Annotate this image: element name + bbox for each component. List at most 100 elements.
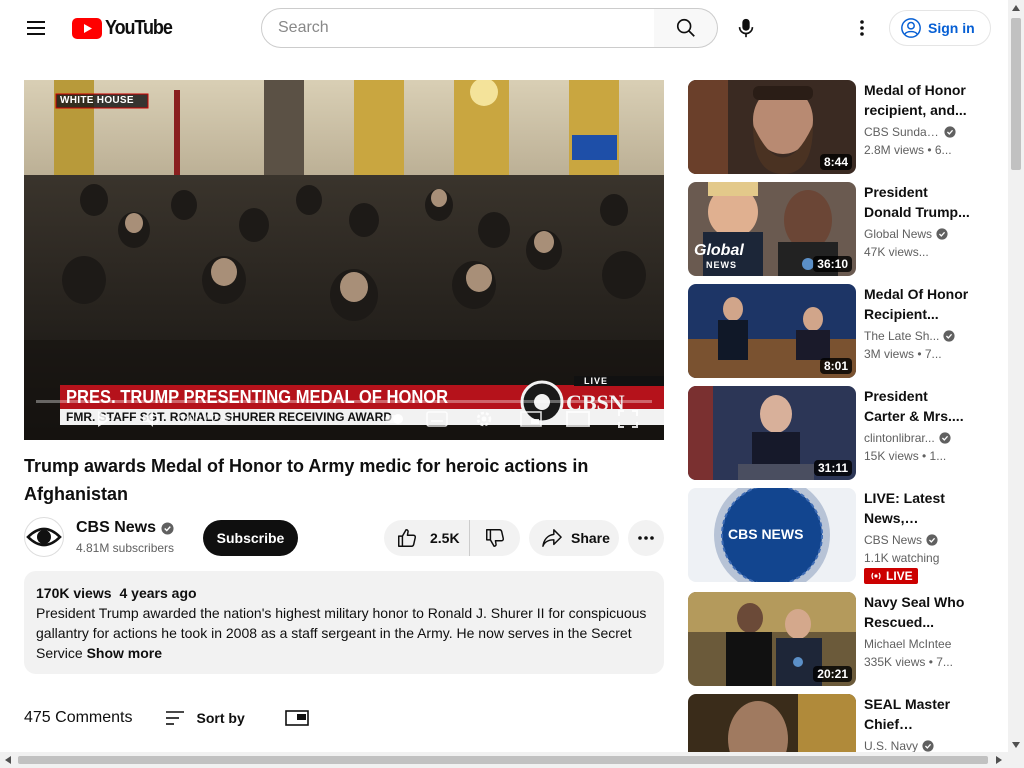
subscriber-count: 4.81M subscribers bbox=[76, 541, 175, 555]
vertical-dots-icon bbox=[860, 20, 864, 36]
vertical-scrollbar[interactable] bbox=[1008, 0, 1024, 768]
subscribe-button[interactable]: Subscribe bbox=[203, 520, 298, 556]
recommendation-title[interactable]: Navy Seal Who Rescued... bbox=[864, 592, 970, 632]
horizontal-dots-icon bbox=[638, 536, 654, 540]
thumbnail-image bbox=[688, 694, 856, 752]
video-duration: 31:11 bbox=[813, 460, 852, 476]
sort-icon bbox=[165, 711, 184, 725]
autoplay-toggle-icon[interactable] bbox=[384, 412, 404, 426]
recommendation-title[interactable]: SEAL Master Chief Recount... bbox=[864, 694, 970, 734]
player-controls: 0:00 / 2:47 bbox=[24, 400, 664, 440]
share-button[interactable]: Share bbox=[529, 520, 619, 556]
dislike-button[interactable] bbox=[470, 520, 520, 556]
recommendation-item[interactable]: CBS NEWS LIVE: Latest News, Breakin... C… bbox=[688, 488, 992, 584]
show-more-button[interactable]: Show more bbox=[87, 645, 162, 661]
search-box[interactable] bbox=[261, 8, 655, 48]
miniplayer-icon[interactable] bbox=[520, 411, 542, 427]
play-icon[interactable] bbox=[96, 410, 112, 428]
guide-menu-button[interactable] bbox=[18, 10, 54, 46]
channel-name: clintonlibrar... bbox=[864, 431, 935, 445]
theater-mode-icon[interactable] bbox=[566, 411, 590, 427]
channel-name[interactable]: CBS News bbox=[76, 519, 174, 537]
video-thumbnail[interactable]: 20:21 bbox=[688, 592, 856, 686]
live-badge: LIVE bbox=[864, 568, 918, 586]
verified-badge-icon bbox=[944, 126, 956, 138]
voice-search-button[interactable] bbox=[726, 8, 766, 48]
scroll-down-arrow-icon[interactable] bbox=[1012, 742, 1020, 748]
recommendation-channel: U.S. Navy bbox=[864, 739, 964, 752]
settings-gear-icon[interactable] bbox=[474, 409, 494, 429]
thumbs-down-icon bbox=[486, 529, 505, 547]
video-title: Trump awards Medal of Honor to Army medi… bbox=[24, 456, 589, 504]
like-dislike-group: 2.5K bbox=[384, 520, 520, 556]
hamburger-icon-line bbox=[27, 27, 45, 29]
progress-bar[interactable] bbox=[36, 400, 652, 403]
video-thumbnail[interactable]: 31:11 bbox=[688, 386, 856, 480]
like-button[interactable]: 2.5K bbox=[384, 520, 470, 556]
search-input[interactable] bbox=[278, 19, 654, 37]
upload-age: 4 years ago bbox=[119, 585, 197, 601]
recommendation-title[interactable]: President Donald Trump... bbox=[864, 182, 970, 222]
time-display: 0:00 / 2:47 bbox=[178, 412, 235, 426]
channel-name: The Late Sh... bbox=[864, 329, 940, 343]
settings-menu-button[interactable] bbox=[842, 8, 882, 48]
recommendation-channel: The Late Sh... bbox=[864, 329, 964, 343]
horizontal-scroll-thumb[interactable] bbox=[18, 756, 988, 764]
hamburger-icon-line bbox=[27, 33, 45, 35]
channel-avatar[interactable] bbox=[24, 517, 64, 557]
logo-text: YouTube bbox=[105, 16, 173, 39]
verified-badge-icon bbox=[926, 534, 938, 546]
owner-row: CBS News 4.81M subscribers Subscribe 2.5… bbox=[24, 517, 664, 557]
recommendation-meta: 15K views • 1... bbox=[864, 449, 947, 463]
sort-comments-button[interactable]: Sort by bbox=[165, 710, 245, 726]
corner-bug: WHITE HOUSE bbox=[60, 95, 134, 106]
video-thumbnail[interactable] bbox=[688, 694, 856, 752]
cbs-eye-logo-icon bbox=[26, 527, 62, 547]
thumbnail-brand-subtext: NEWS bbox=[706, 260, 737, 270]
scroll-up-arrow-icon[interactable] bbox=[1012, 5, 1020, 11]
video-player[interactable]: WHITE HOUSE PRES. TRUMP PRESENTING MEDAL… bbox=[24, 80, 664, 440]
sort-label: Sort by bbox=[196, 710, 245, 726]
video-thumbnail[interactable]: 8:01 bbox=[688, 284, 856, 378]
more-actions-button[interactable] bbox=[628, 520, 664, 556]
recommendation-channel: CBS Sunday... bbox=[864, 125, 964, 139]
recommendation-channel: Michael McIntee bbox=[864, 637, 964, 651]
thumbnail-brand-text: CBS NEWS bbox=[728, 526, 804, 542]
recommendation-channel: CBS News bbox=[864, 533, 964, 547]
subtitles-icon[interactable] bbox=[426, 411, 448, 427]
recommendation-title[interactable]: Medal Of Honor Recipient... bbox=[864, 284, 970, 324]
view-info: 170K views 4 years ago bbox=[36, 583, 652, 603]
volume-icon[interactable] bbox=[142, 410, 162, 428]
recommendation-item[interactable]: Global NEWS 36:10 President Donald Trump… bbox=[688, 182, 992, 276]
miniplayer-toggle-icon[interactable] bbox=[284, 710, 309, 726]
search-button[interactable] bbox=[654, 8, 718, 48]
recommendation-item[interactable]: 31:11 President Carter & Mrs.... clinton… bbox=[688, 386, 992, 480]
verified-badge-icon bbox=[922, 740, 934, 752]
recommendation-item[interactable]: 8:44 Medal of Honor recipient, and... CB… bbox=[688, 80, 992, 174]
view-count: 170K views bbox=[36, 585, 112, 601]
sign-in-button[interactable]: Sign in bbox=[889, 10, 991, 46]
video-thumbnail[interactable]: Global NEWS 36:10 bbox=[688, 182, 856, 276]
youtube-play-icon bbox=[72, 17, 102, 39]
recommendation-title[interactable]: Medal of Honor recipient, and... bbox=[864, 80, 970, 120]
youtube-logo[interactable]: YouTube bbox=[72, 17, 179, 39]
description-box[interactable]: 170K views 4 years ago President Trump aw… bbox=[24, 571, 664, 674]
scroll-left-arrow-icon[interactable] bbox=[5, 756, 11, 764]
verified-badge-icon bbox=[943, 330, 955, 342]
vertical-scroll-thumb[interactable] bbox=[1011, 18, 1021, 170]
recommendation-title[interactable]: LIVE: Latest News, Breakin... bbox=[864, 488, 970, 528]
recommendation-item[interactable]: SEAL Master Chief Recount... U.S. Navy bbox=[688, 694, 992, 752]
scroll-right-arrow-icon[interactable] bbox=[996, 756, 1002, 764]
horizontal-scrollbar[interactable] bbox=[0, 752, 1008, 768]
recommendation-meta: 2.8M views • 6... bbox=[864, 143, 952, 157]
channel-name-text: CBS News bbox=[76, 519, 157, 536]
share-label: Share bbox=[571, 530, 610, 546]
video-thumbnail[interactable]: CBS NEWS bbox=[688, 488, 856, 582]
fullscreen-icon[interactable] bbox=[618, 410, 638, 428]
thumbs-up-icon bbox=[398, 529, 417, 547]
video-thumbnail[interactable]: 8:44 bbox=[688, 80, 856, 174]
recommendation-title[interactable]: President Carter & Mrs.... bbox=[864, 386, 970, 426]
live-label: LIVE bbox=[886, 569, 913, 583]
recommendation-item[interactable]: 8:01 Medal Of Honor Recipient... The Lat… bbox=[688, 284, 992, 378]
recommendation-item[interactable]: 20:21 Navy Seal Who Rescued... Michael M… bbox=[688, 592, 992, 686]
